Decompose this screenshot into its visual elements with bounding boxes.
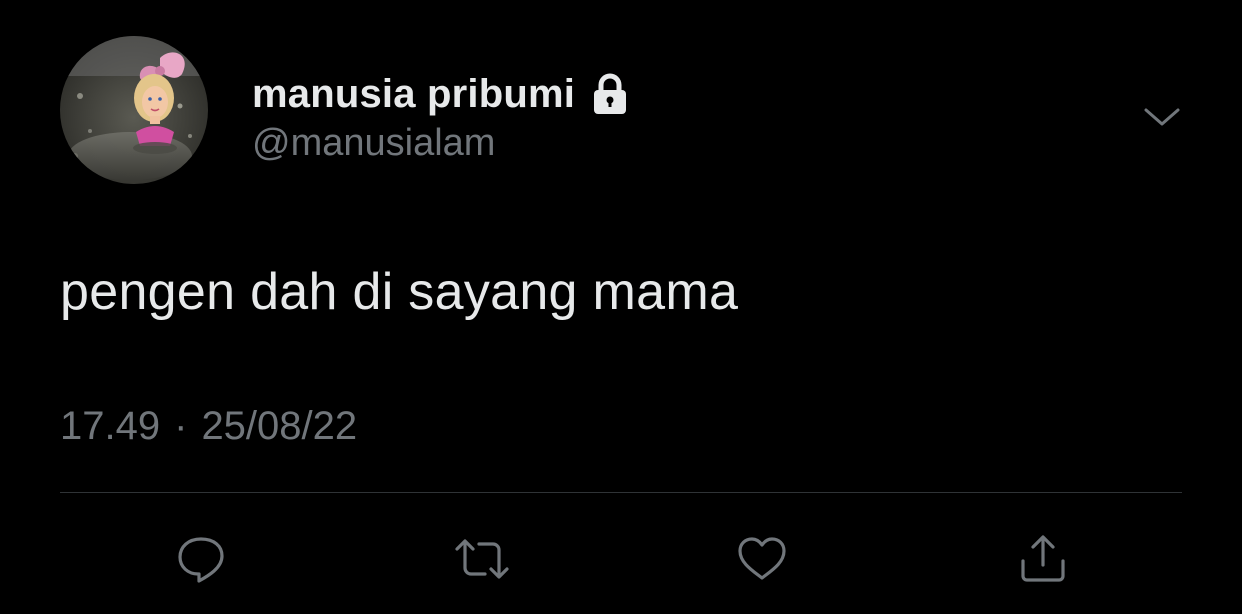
tweet-text: pengen dah di sayang mama: [60, 263, 739, 321]
tweet-time: 17.49: [60, 404, 161, 448]
retweet-icon: [455, 539, 509, 579]
chevron-down-icon[interactable]: [1140, 100, 1184, 136]
reply-icon: [178, 537, 224, 583]
name-row: manusia pribumi: [252, 66, 633, 122]
tweet-date: 25/08/22: [201, 404, 358, 448]
meta-separator: ·: [174, 404, 188, 448]
user-handle[interactable]: @manusialam: [252, 122, 495, 165]
retweet-button[interactable]: [451, 528, 513, 590]
tweet-card: manusia pribumi @manusialam pengen dah d…: [0, 0, 1242, 614]
display-name[interactable]: manusia pribumi: [252, 72, 575, 117]
divider: [60, 492, 1182, 493]
share-button[interactable]: [1012, 528, 1074, 590]
like-icon: [738, 537, 786, 580]
tweet-timestamp[interactable]: 17.49 · 25/08/22: [60, 404, 357, 449]
like-button[interactable]: [731, 528, 793, 590]
avatar[interactable]: [60, 36, 208, 184]
reply-button[interactable]: [170, 528, 232, 590]
lock-icon: [587, 71, 633, 117]
share-icon: [1021, 535, 1065, 582]
avatar-image: [60, 36, 208, 184]
